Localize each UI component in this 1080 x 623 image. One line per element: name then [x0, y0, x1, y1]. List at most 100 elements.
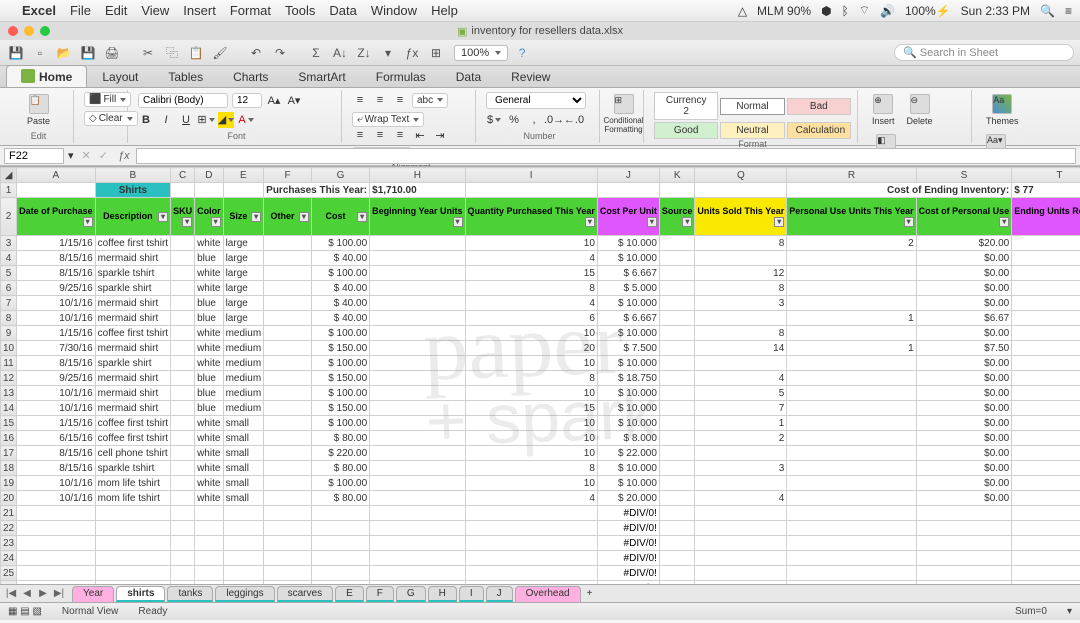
italic-button[interactable]: I [158, 112, 174, 128]
cell[interactable]: $ 80.00 [311, 431, 369, 446]
cell[interactable]: 8/15/16 [17, 251, 96, 266]
ribbon-tab-layout[interactable]: Layout [87, 66, 153, 87]
column-header-cell[interactable]: Source▾ [659, 198, 695, 236]
cell[interactable] [1012, 296, 1080, 311]
cell[interactable]: large [223, 266, 264, 281]
cell[interactable] [370, 446, 465, 461]
cell[interactable]: white [195, 281, 224, 296]
ribbon-tab-tables[interactable]: Tables [153, 66, 218, 87]
cell[interactable] [95, 551, 170, 566]
cell[interactable] [695, 356, 787, 371]
cell[interactable]: $ 10.000 [597, 386, 659, 401]
style-currency[interactable]: Currency 2 [654, 92, 718, 120]
cell[interactable]: 10 [465, 446, 597, 461]
cell[interactable] [465, 183, 597, 198]
cell[interactable] [659, 491, 695, 506]
cell[interactable]: coffee first tshirt [95, 431, 170, 446]
cell[interactable] [171, 536, 195, 551]
cell[interactable]: coffee first tshirt [95, 326, 170, 341]
filter-dropdown-icon[interactable]: ▾ [585, 217, 595, 227]
cell[interactable]: 12 [695, 266, 787, 281]
cell[interactable]: $0.00 [916, 461, 1012, 476]
cell[interactable]: $ 10.000 [597, 251, 659, 266]
cell[interactable] [695, 251, 787, 266]
cell[interactable]: $ 10.000 [597, 296, 659, 311]
cell[interactable] [264, 341, 312, 356]
cell[interactable] [787, 536, 916, 551]
cell[interactable] [695, 566, 787, 581]
cell[interactable] [195, 566, 224, 581]
cell[interactable]: 14 [695, 341, 787, 356]
cell[interactable]: $1,710.00 [370, 183, 465, 198]
cell[interactable] [223, 506, 264, 521]
cell[interactable]: $ 10.000 [597, 236, 659, 251]
fx-icon[interactable]: ƒx [402, 43, 422, 63]
cell[interactable]: #DIV/0! [597, 506, 659, 521]
name-box[interactable] [4, 148, 64, 164]
underline-button[interactable]: U [178, 112, 194, 128]
cell[interactable]: $0.00 [916, 476, 1012, 491]
cell[interactable]: 15 [465, 401, 597, 416]
show-formulas-icon[interactable]: ⊞ [426, 43, 446, 63]
cell[interactable]: $ 40.00 [311, 311, 369, 326]
cell[interactable] [787, 371, 916, 386]
sheet-nav-first-icon[interactable]: |◀ [4, 588, 18, 599]
column-header[interactable]: G [311, 168, 369, 183]
row-header[interactable]: 10 [1, 341, 17, 356]
cell[interactable]: $ 10.000 [597, 461, 659, 476]
cell[interactable]: 4 [465, 491, 597, 506]
column-header-cell[interactable]: Color▾ [195, 198, 224, 236]
sheet-tab[interactable]: shirts [116, 586, 165, 602]
cell[interactable]: $0.00 [916, 386, 1012, 401]
cell[interactable] [1012, 386, 1080, 401]
cell[interactable]: $ 10.000 [597, 326, 659, 341]
volume-icon[interactable]: 🔊 [880, 4, 895, 18]
cell[interactable]: 1/15/16 [17, 416, 96, 431]
cell[interactable]: 4 [465, 296, 597, 311]
cell[interactable] [264, 236, 312, 251]
filter-dropdown-icon[interactable]: ▾ [357, 212, 367, 222]
cell[interactable]: mom life tshirt [95, 476, 170, 491]
cell[interactable]: $ 8.000 [597, 431, 659, 446]
cell[interactable] [171, 281, 195, 296]
cell[interactable] [659, 521, 695, 536]
menu-data[interactable]: Data [329, 3, 356, 18]
cell[interactable] [223, 521, 264, 536]
cell[interactable] [171, 491, 195, 506]
filter-dropdown-icon[interactable]: ▾ [211, 217, 221, 227]
column-header-cell[interactable]: Size▾ [223, 198, 264, 236]
cell[interactable] [195, 581, 224, 585]
cell[interactable] [223, 581, 264, 585]
cell[interactable]: 5 [695, 386, 787, 401]
cell[interactable]: $ 77 [1012, 183, 1080, 198]
cell[interactable] [264, 461, 312, 476]
cell[interactable] [370, 521, 465, 536]
cell[interactable] [370, 491, 465, 506]
cell[interactable] [1012, 551, 1080, 566]
cell[interactable] [659, 476, 695, 491]
cell[interactable] [223, 566, 264, 581]
cell[interactable]: white [195, 341, 224, 356]
sort-asc-icon[interactable]: A↓ [330, 43, 350, 63]
cell[interactable] [465, 566, 597, 581]
ribbon-tab-home[interactable]: Home [6, 65, 87, 87]
cell[interactable] [695, 521, 787, 536]
cell[interactable]: $0.00 [916, 491, 1012, 506]
cell[interactable] [264, 371, 312, 386]
row-header[interactable]: 12 [1, 371, 17, 386]
font-color-dropdown[interactable]: A [238, 112, 254, 128]
cell[interactable] [171, 476, 195, 491]
cell[interactable] [264, 311, 312, 326]
cell[interactable] [171, 341, 195, 356]
fx-label[interactable]: ƒx [112, 150, 136, 162]
cell[interactable] [1012, 566, 1080, 581]
cell[interactable]: $ 100.00 [311, 326, 369, 341]
filter-dropdown-icon[interactable]: ▾ [774, 217, 784, 227]
new-icon[interactable]: ▫ [30, 43, 50, 63]
paste-button[interactable]: 📋Paste [10, 92, 67, 128]
themes-button[interactable]: AaThemes [982, 92, 1023, 128]
sheet-tab[interactable]: H [428, 586, 457, 602]
cell[interactable] [171, 581, 195, 585]
cell[interactable] [787, 446, 916, 461]
cell[interactable]: 8/15/16 [17, 356, 96, 371]
